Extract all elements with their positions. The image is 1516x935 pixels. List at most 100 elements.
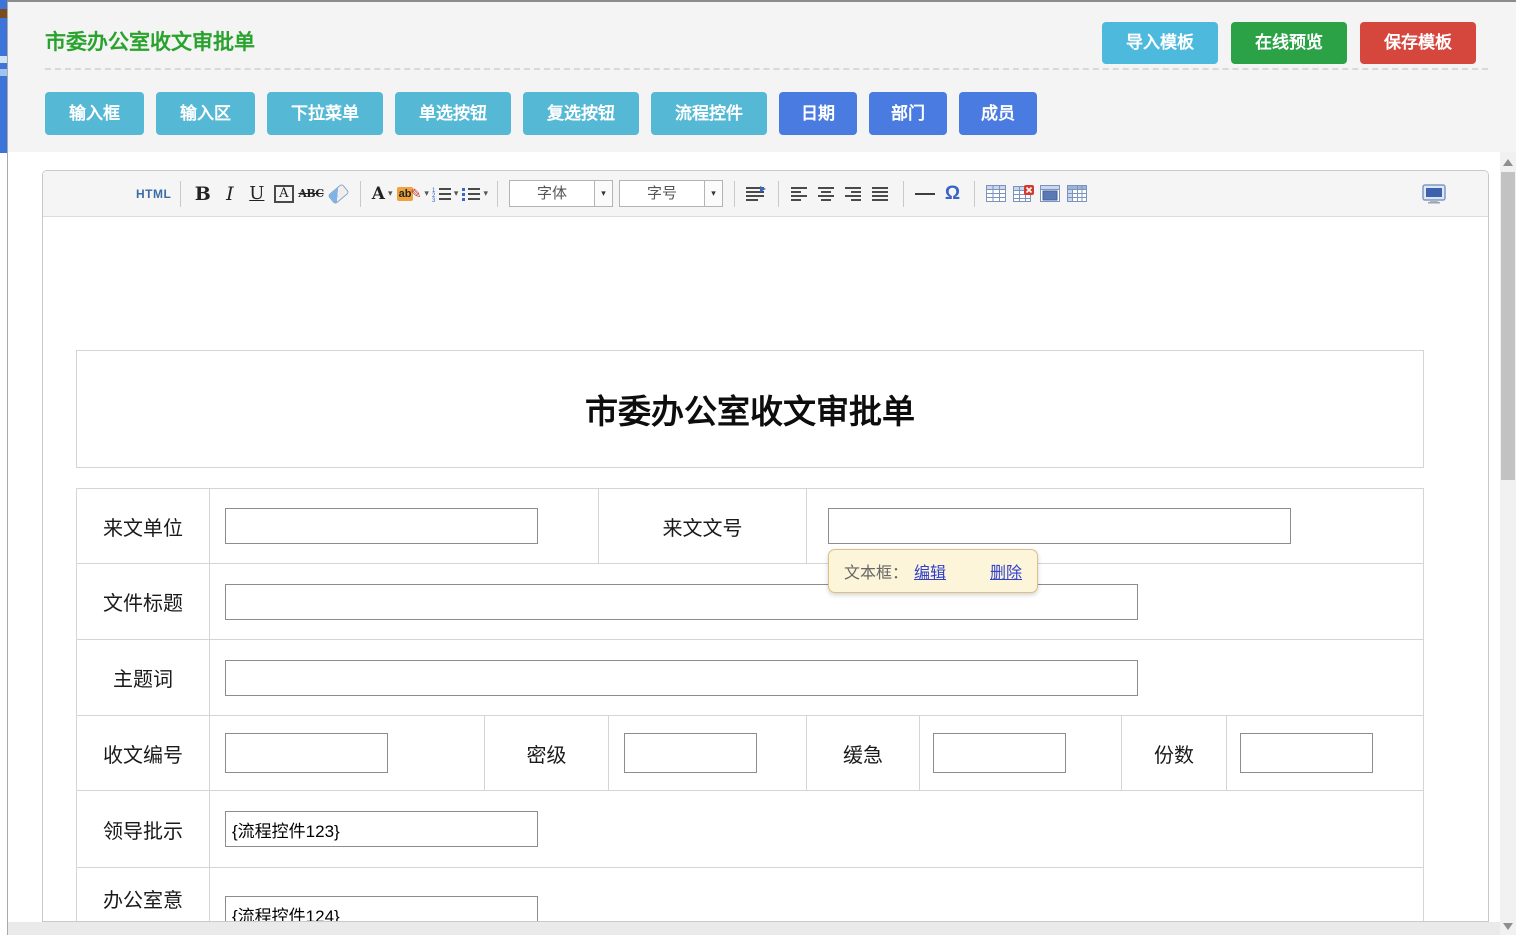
strikethrough-button[interactable]: ABC xyxy=(298,180,323,208)
leader-note-input[interactable] xyxy=(225,811,538,847)
unit-input[interactable] xyxy=(225,508,538,544)
underline-button[interactable]: U xyxy=(244,180,269,208)
horizontal-rule-icon xyxy=(915,193,935,195)
insert-department-button[interactable]: 部门 xyxy=(869,92,947,135)
highlight-color-button[interactable]: ab✎▾ xyxy=(397,180,429,208)
font-color-button[interactable]: A▾ xyxy=(370,180,395,208)
ordered-list-icon: 123 xyxy=(431,186,451,202)
document-title: 市委办公室收文审批单 xyxy=(585,385,915,433)
font-family-value: 字体 xyxy=(510,181,594,206)
dashed-divider xyxy=(45,68,1488,70)
scroll-up-arrow-icon[interactable] xyxy=(1503,159,1513,166)
office-opinion-input[interactable] xyxy=(225,896,538,922)
toolbar-separator xyxy=(903,181,904,207)
table-properties-button[interactable] xyxy=(1065,180,1090,208)
indent-icon xyxy=(746,186,766,202)
align-justify-icon xyxy=(872,186,890,201)
subject-label: 主题词 xyxy=(77,640,210,715)
chevron-down-icon: ▾ xyxy=(424,188,429,199)
eraser-icon xyxy=(327,183,349,204)
bold-button[interactable]: B xyxy=(190,180,215,208)
table-row: 收文编号 密级 缓急 份数 xyxy=(77,716,1423,791)
copies-input[interactable] xyxy=(1240,733,1373,773)
scrollbar-thumb[interactable] xyxy=(1501,172,1515,480)
secrecy-label: 密级 xyxy=(485,716,609,790)
font-family-select[interactable]: 字体▾ xyxy=(509,180,613,207)
secrecy-input[interactable] xyxy=(624,733,757,773)
approval-form-table: 来文单位 来文文号 文件标题 主题词 xyxy=(76,488,1424,922)
insert-flow-control-button[interactable]: 流程控件 xyxy=(651,92,767,135)
subject-input[interactable] xyxy=(225,660,1138,696)
align-right-button[interactable] xyxy=(842,180,867,208)
urgency-input[interactable] xyxy=(933,733,1066,773)
online-preview-button[interactable]: 在线预览 xyxy=(1231,22,1347,64)
scroll-down-arrow-icon[interactable] xyxy=(1503,923,1513,930)
insert-dropdown-button[interactable]: 下拉菜单 xyxy=(267,92,383,135)
document-title-cell: 市委办公室收文审批单 xyxy=(76,350,1424,468)
page-title: 市委办公室收文审批单 xyxy=(45,26,255,56)
header-actions: 导入模板 在线预览 保存模板 xyxy=(1102,22,1476,64)
insert-radio-button[interactable]: 单选按钮 xyxy=(395,92,511,135)
remove-format-button[interactable] xyxy=(326,180,351,208)
merge-cells-button[interactable] xyxy=(1038,180,1063,208)
table-cell xyxy=(210,640,1425,715)
html-source-button[interactable]: HTML xyxy=(136,180,171,208)
pencil-icon: ✎ xyxy=(410,186,421,202)
table-row: 主题词 xyxy=(77,640,1423,716)
special-char-button[interactable]: Ω xyxy=(940,180,965,208)
align-justify-button[interactable] xyxy=(869,180,894,208)
font-size-select[interactable]: 字号▾ xyxy=(619,180,723,207)
doc-no-input[interactable] xyxy=(828,508,1291,544)
chevron-down-icon: ▾ xyxy=(483,188,488,199)
align-center-icon xyxy=(818,186,836,201)
insert-member-button[interactable]: 成员 xyxy=(959,92,1037,135)
table-cell xyxy=(210,489,599,563)
editor-canvas[interactable]: 市委办公室收文审批单 来文单位 来文文号 文件标题 xyxy=(43,217,1488,922)
align-left-icon xyxy=(791,186,809,201)
align-left-button[interactable] xyxy=(788,180,813,208)
fullscreen-preview-button[interactable] xyxy=(1421,180,1446,208)
doc-title-label: 文件标题 xyxy=(77,564,210,639)
italic-button[interactable]: I xyxy=(217,180,242,208)
insert-date-button[interactable]: 日期 xyxy=(779,92,857,135)
background-window-glyph xyxy=(0,9,7,18)
insert-input-box-button[interactable]: 输入框 xyxy=(45,92,144,135)
save-template-button[interactable]: 保存模板 xyxy=(1360,22,1476,64)
delete-field-link[interactable]: 删除 xyxy=(990,559,1022,583)
receipt-no-input[interactable] xyxy=(225,733,388,773)
rich-text-editor: HTML B I U A ABC A▾ ab✎▾ 123 ▾ ▾ 字体▾ 字号▾ xyxy=(42,170,1489,922)
table-row: 领导批示 xyxy=(77,791,1423,868)
edit-field-link[interactable]: 编辑 xyxy=(914,559,946,583)
insert-textarea-button[interactable]: 输入区 xyxy=(156,92,255,135)
chevron-down-icon: ▾ xyxy=(704,181,722,206)
align-right-icon xyxy=(845,186,863,201)
import-template-button[interactable]: 导入模板 xyxy=(1102,22,1218,64)
delete-table-button[interactable] xyxy=(1011,180,1036,208)
toolbar-separator xyxy=(180,181,181,207)
delete-table-icon xyxy=(1013,185,1034,202)
toolbar-separator xyxy=(734,181,735,207)
table-cell xyxy=(609,716,807,790)
insert-paragraph-button[interactable] xyxy=(744,180,769,208)
border-text-button[interactable]: A xyxy=(271,180,296,208)
ordered-list-button[interactable]: 123 ▾ xyxy=(431,180,459,208)
merge-cells-icon xyxy=(1040,185,1060,202)
table-cell xyxy=(210,791,1425,867)
editor-toolbar: HTML B I U A ABC A▾ ab✎▾ 123 ▾ ▾ 字体▾ 字号▾ xyxy=(43,171,1488,217)
receipt-no-label: 收文编号 xyxy=(77,716,210,790)
font-size-value: 字号 xyxy=(620,181,704,206)
unordered-list-button[interactable]: ▾ xyxy=(460,180,488,208)
chevron-down-icon: ▾ xyxy=(454,188,459,199)
horizontal-rule-button[interactable] xyxy=(913,180,938,208)
background-window-glyph xyxy=(0,69,7,76)
insert-table-button[interactable] xyxy=(984,180,1009,208)
unit-label: 来文单位 xyxy=(77,489,210,563)
table-properties-icon xyxy=(1067,185,1087,202)
vertical-scrollbar[interactable] xyxy=(1500,152,1516,935)
monitor-icon xyxy=(1422,184,1446,204)
form-template-editor-page: 市委办公室收文审批单 导入模板 在线预览 保存模板 输入框 输入区 下拉菜单 单… xyxy=(0,0,1516,935)
office-opinion-label: 办公室意 xyxy=(77,868,210,922)
table-icon xyxy=(986,185,1006,202)
align-center-button[interactable] xyxy=(815,180,840,208)
insert-checkbox-button[interactable]: 复选按钮 xyxy=(523,92,639,135)
